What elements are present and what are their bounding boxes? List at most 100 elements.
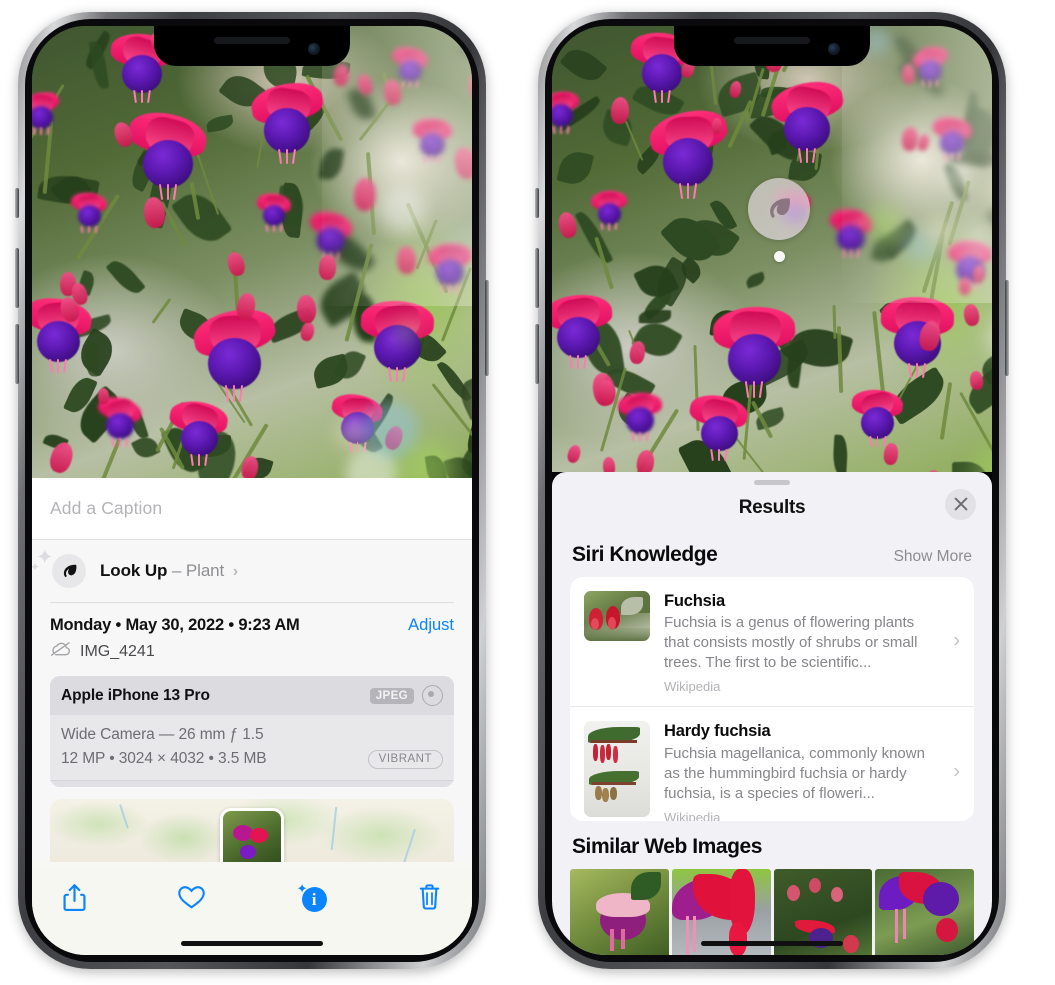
stamen-shape xyxy=(645,432,649,442)
corolla-shape xyxy=(556,317,600,359)
home-indicator[interactable] xyxy=(181,941,323,946)
device-name: Apple iPhone 13 Pro xyxy=(61,686,210,704)
volume-up-button[interactable] xyxy=(15,248,19,308)
bud-shape xyxy=(97,387,109,404)
bud-shape xyxy=(602,456,617,472)
caption-input[interactable]: Add a Caption xyxy=(50,498,454,519)
stamen-shape xyxy=(39,126,42,135)
format-badge: JPEG xyxy=(369,687,414,704)
volume-down-button[interactable] xyxy=(15,324,19,384)
corolla-shape xyxy=(663,138,714,187)
adjust-button[interactable]: Adjust xyxy=(408,616,454,635)
knowledge-item[interactable]: Fuchsia Fuchsia is a genus of flowering p… xyxy=(570,577,974,706)
photo-view[interactable] xyxy=(552,26,992,472)
stamen-shape xyxy=(577,355,580,370)
exif-specs: Wide Camera — 26 mm ƒ 1.5 12 MP • 3024 ×… xyxy=(50,715,454,781)
specs-line: 12 MP • 3024 × 4032 • 3.5 MB xyxy=(61,750,267,768)
stamen-shape xyxy=(661,89,663,103)
stamen-shape xyxy=(806,148,808,163)
knowledge-source: Wikipedia xyxy=(664,809,721,821)
notch xyxy=(154,26,350,66)
stamen-shape xyxy=(273,224,275,232)
photo-view[interactable] xyxy=(32,26,472,478)
screenshot-stage: Add a Caption ✦ ✦ Look Up – Plant › Mond… xyxy=(0,0,1055,985)
front-camera-icon xyxy=(308,43,320,55)
results-sheet: Results Siri Knowledge Show More Fuchsia… xyxy=(552,472,992,955)
knowledge-description: Fuchsia magellanica, commonly known as t… xyxy=(664,744,925,802)
exif-badges: JPEG xyxy=(369,685,443,707)
volume-up-button[interactable] xyxy=(535,248,539,308)
stamen-shape xyxy=(693,182,698,199)
look-up-row[interactable]: ✦ ✦ Look Up – Plant › xyxy=(32,540,472,602)
siri-knowledge-header: Siri Knowledge Show More xyxy=(552,529,992,577)
aperture-icon[interactable] xyxy=(422,685,443,707)
knowledge-title: Fuchsia xyxy=(664,591,725,610)
bud-shape xyxy=(565,443,583,465)
stamen-shape xyxy=(233,385,236,403)
knowledge-title: Hardy fuchsia xyxy=(664,722,771,741)
corolla-shape xyxy=(642,54,682,93)
show-more-button[interactable]: Show More xyxy=(894,548,972,566)
close-button[interactable] xyxy=(945,488,976,520)
bud-shape xyxy=(883,442,900,466)
volume-down-button[interactable] xyxy=(535,324,539,384)
corolla-shape xyxy=(728,334,781,385)
similar-image[interactable] xyxy=(570,868,669,955)
corolla-shape xyxy=(700,415,738,452)
knowledge-item[interactable]: Hardy fuchsia Fuchsia magellanica, common… xyxy=(570,706,974,821)
similar-image[interactable] xyxy=(875,868,974,955)
silent-switch[interactable] xyxy=(15,188,19,218)
stem-shape xyxy=(151,297,172,325)
stamen-shape xyxy=(583,355,588,370)
stamen-shape xyxy=(265,224,269,232)
visual-look-up-badge[interactable] xyxy=(748,178,810,240)
corolla-shape xyxy=(77,205,101,228)
delete-button[interactable] xyxy=(417,883,442,911)
stamen-shape xyxy=(552,125,556,134)
info-button[interactable]: ✦ i xyxy=(297,882,327,913)
stamen-shape xyxy=(80,225,84,234)
map-photo-thumbnail[interactable] xyxy=(220,808,284,862)
leaf-shape xyxy=(639,309,672,325)
leaf-shape xyxy=(310,352,352,389)
power-button[interactable] xyxy=(485,280,489,376)
filename-row: IMG_4241 xyxy=(32,637,472,674)
look-up-anchor-dot xyxy=(774,251,785,262)
stamen-shape xyxy=(566,125,570,134)
caption-field-row[interactable]: Add a Caption xyxy=(32,478,472,540)
silent-switch[interactable] xyxy=(535,188,539,218)
stamen-shape xyxy=(600,223,604,231)
stamen-shape xyxy=(63,359,68,374)
stamen-shape xyxy=(876,436,879,448)
leaf-shape xyxy=(832,434,849,472)
power-button[interactable] xyxy=(1005,280,1009,376)
leaf-shape xyxy=(105,255,146,299)
chevron-right-icon: › xyxy=(232,563,239,580)
map-road xyxy=(397,829,416,862)
home-indicator[interactable] xyxy=(701,941,843,946)
stamen-shape xyxy=(125,437,129,447)
favorite-button[interactable] xyxy=(177,884,206,910)
stamen-shape xyxy=(141,90,143,104)
stamen-shape xyxy=(639,432,641,442)
look-up-subject: Plant xyxy=(185,561,225,580)
icloud-slash-icon xyxy=(50,641,71,662)
stamen-shape xyxy=(57,359,60,374)
sparkle-small-icon: ✦ xyxy=(32,560,41,574)
siri-knowledge-card: Fuchsia Fuchsia is a genus of flowering p… xyxy=(570,576,974,821)
stamen-shape xyxy=(167,184,170,201)
photo-map[interactable] xyxy=(50,799,454,862)
exif-card[interactable]: Apple iPhone 13 Pro JPEG Wide Camera — 2… xyxy=(50,676,454,788)
knowledge-source: Wikipedia xyxy=(664,679,721,695)
share-button[interactable] xyxy=(62,883,87,912)
stamen-shape xyxy=(559,125,562,134)
stamen-shape xyxy=(198,453,200,466)
corolla-shape xyxy=(106,412,134,440)
leaf-shape xyxy=(559,41,608,88)
exif-device-row: Apple iPhone 13 Pro JPEG xyxy=(50,676,454,716)
stamen-shape xyxy=(173,184,178,201)
photo-info-sheet: Add a Caption ✦ ✦ Look Up – Plant › Mond… xyxy=(32,478,472,955)
corolla-shape xyxy=(208,338,261,389)
stamen-shape xyxy=(286,149,288,165)
filename-label: IMG_4241 xyxy=(80,642,155,660)
